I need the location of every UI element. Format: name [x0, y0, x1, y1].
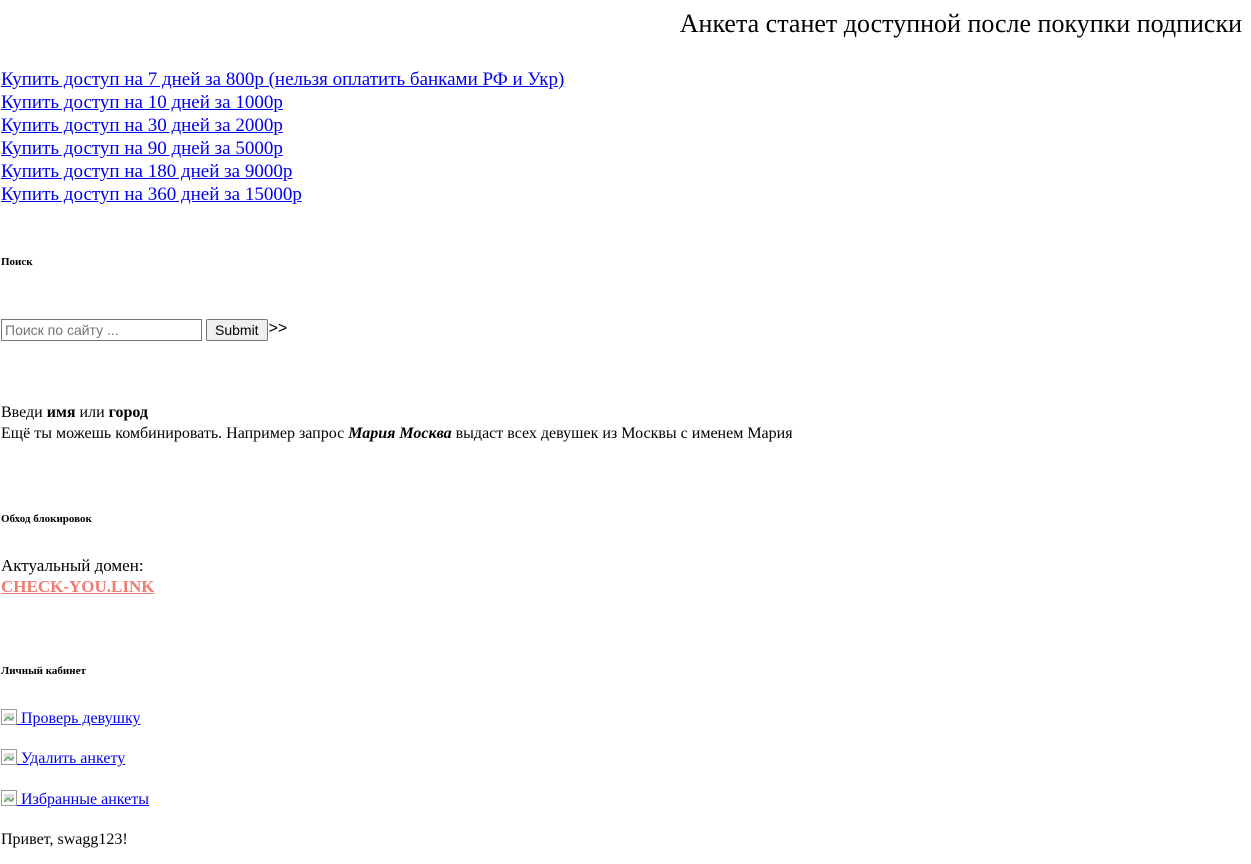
broken-image-icon [1, 749, 17, 765]
hint-example-query: Мария Москва [348, 425, 452, 442]
search-form: Submit >> [1, 318, 287, 342]
cabinet-heading: Личный кабинет [1, 665, 86, 677]
buy-link-180-days[interactable]: Купить доступ на 180 дней за 9000р [1, 160, 564, 183]
buy-access-list: Купить доступ на 7 дней за 800р (нельзя … [1, 68, 564, 206]
search-arrows: >> [268, 320, 288, 337]
domain-block: Актуальный домен: CHECK-YOU.LINK [1, 555, 154, 597]
buy-link-360-days[interactable]: Купить доступ на 360 дней за 15000р [1, 183, 564, 206]
bypass-heading: Обход блокировок [1, 513, 92, 525]
user-greeting: Привет, swagg123! [1, 831, 128, 848]
submit-button[interactable]: Submit [206, 319, 268, 341]
domain-label: Актуальный домен: [1, 556, 144, 575]
delete-profile-label: Удалить анкету [17, 750, 126, 767]
subscription-notice: Анкета станет доступной после покупки по… [679, 9, 1242, 38]
search-input[interactable] [1, 319, 202, 341]
check-girl-link[interactable]: Проверь девушку [1, 709, 141, 729]
favorites-link[interactable]: Избранные анкеты [1, 790, 149, 810]
hint-prefix: Введи [1, 404, 47, 421]
hint-city-word: город [108, 404, 149, 421]
favorites-label: Избранные анкеты [17, 791, 149, 808]
check-girl-label: Проверь девушку [17, 710, 141, 727]
broken-image-icon [1, 709, 17, 725]
hint-line-1: Введи имя или город [1, 402, 793, 423]
hint-name-word: имя [46, 404, 76, 421]
domain-link[interactable]: CHECK-YOU.LINK [1, 577, 154, 596]
buy-link-7-days[interactable]: Купить доступ на 7 дней за 800р (нельзя … [1, 68, 564, 91]
broken-image-icon [1, 790, 17, 806]
search-hint: Введи имя или город Ещё ты можешь комбин… [1, 402, 793, 444]
hint-line2-prefix: Ещё ты можешь комбинировать. Например за… [1, 425, 349, 442]
hint-line2-suffix: выдаст всех девушек из Москвы с именем М… [451, 425, 793, 442]
search-heading: Поиск [1, 256, 33, 268]
hint-line-2: Ещё ты можешь комбинировать. Например за… [1, 423, 793, 444]
hint-or-word: или [75, 404, 109, 421]
delete-profile-link[interactable]: Удалить анкету [1, 749, 125, 769]
buy-link-30-days[interactable]: Купить доступ на 30 дней за 2000р [1, 114, 564, 137]
buy-link-90-days[interactable]: Купить доступ на 90 дней за 5000р [1, 137, 564, 160]
buy-link-10-days[interactable]: Купить доступ на 10 дней за 1000р [1, 91, 564, 114]
